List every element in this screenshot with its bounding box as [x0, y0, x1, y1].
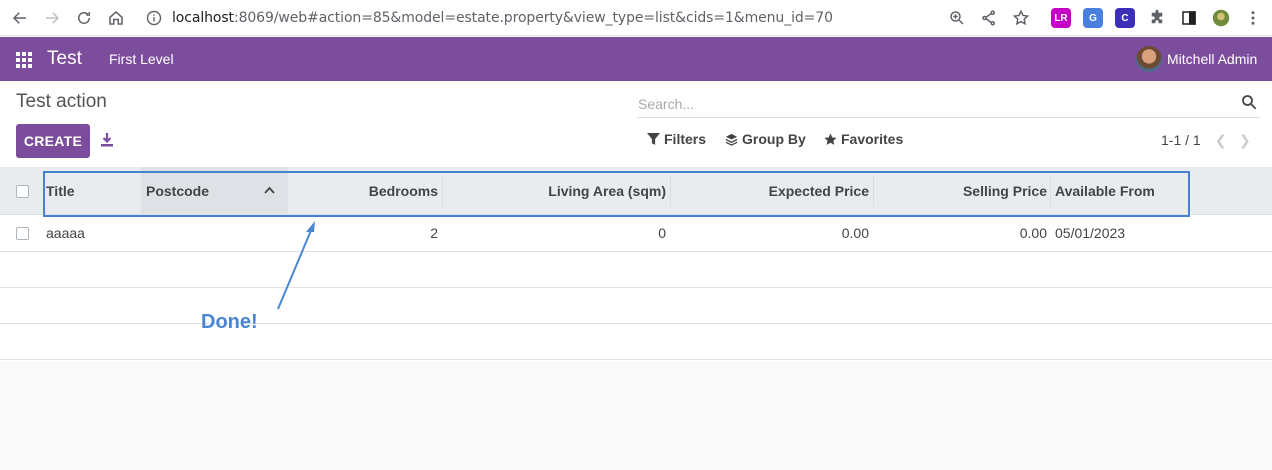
annotation-arrow [277, 221, 315, 310]
annotation-text: Done! [201, 311, 258, 333]
